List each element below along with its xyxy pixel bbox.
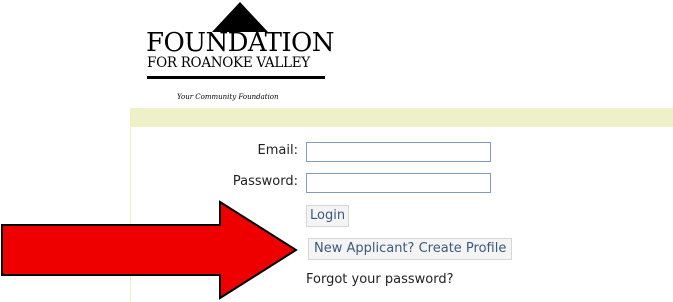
logo-divider bbox=[147, 76, 325, 79]
header-band bbox=[130, 108, 673, 127]
create-profile-button[interactable]: New Applicant? Create Profile bbox=[308, 238, 513, 260]
foundation-logo: FOUNDATION FOR ROANOKE VALLEY Your Commu… bbox=[140, 0, 340, 106]
password-label: Password: bbox=[232, 174, 298, 189]
red-arrow-right-icon bbox=[1, 200, 298, 300]
logo-tagline: Your Community Foundation bbox=[177, 93, 279, 101]
email-label: Email: bbox=[257, 143, 298, 158]
login-button[interactable]: Login bbox=[306, 205, 350, 227]
forgot-password-link[interactable]: Forgot your password? bbox=[306, 272, 454, 287]
logo-name: FOUNDATION bbox=[146, 28, 335, 58]
logo-subname: FOR ROANOKE VALLEY bbox=[147, 55, 310, 71]
password-field[interactable] bbox=[306, 173, 491, 193]
email-field[interactable] bbox=[306, 142, 491, 162]
